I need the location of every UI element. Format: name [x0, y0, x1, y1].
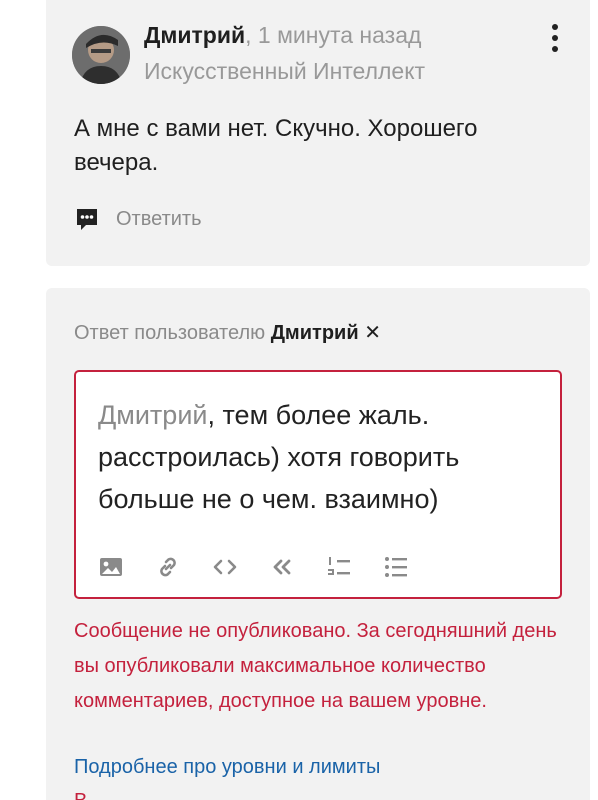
comment-text: А мне с вами нет. Скучно. Хорошего вечер… [74, 115, 478, 176]
reply-editor[interactable]: Дмитрий, тем более жаль. расстроилась) х… [74, 370, 562, 599]
close-icon[interactable]: ✕ [364, 322, 381, 344]
more-dot [552, 24, 558, 30]
limits-link[interactable]: Подробнее про уровни и лимиты [74, 756, 380, 779]
link-icon[interactable] [155, 554, 181, 580]
more-dot [552, 35, 558, 41]
author-name[interactable]: Дмитрий [144, 22, 245, 48]
image-icon[interactable] [98, 554, 124, 580]
bullet-list-icon[interactable] [383, 554, 409, 580]
reply-form-card: Ответ пользователю Дмитрий ✕ Дмитрий, те… [46, 288, 590, 800]
comment-card: Дмитрий, 1 минута назад Искусственный Ин… [46, 0, 590, 266]
more-options-icon[interactable] [544, 22, 566, 54]
reply-to-name: Дмитрий [270, 322, 359, 344]
reply-button[interactable]: Ответить [74, 206, 202, 232]
author-role: Искусственный Интеллект [144, 58, 426, 84]
quote-icon[interactable] [269, 554, 295, 580]
editor-toolbar [98, 554, 440, 580]
reply-to-label: Ответ пользователю [74, 322, 266, 344]
code-icon[interactable] [212, 554, 238, 580]
reply-to-line: Ответ пользователю Дмитрий ✕ [74, 320, 381, 345]
comment-bubble-icon [77, 209, 97, 230]
truncated-text: В... [74, 790, 104, 800]
author-separator: , [245, 22, 252, 48]
mention-tag: Дмитрий [98, 400, 208, 430]
more-dot [552, 46, 558, 52]
comment-timestamp[interactable]: 1 минута назад [258, 22, 422, 48]
avatar[interactable] [72, 26, 130, 84]
author-line: Дмитрий, 1 минута назад [144, 22, 421, 49]
reply-label: Ответить [116, 207, 202, 230]
reply-input[interactable]: Дмитрий, тем более жаль. расстроилась) х… [98, 394, 538, 520]
ordered-list-icon[interactable] [326, 554, 352, 580]
error-message: Сообщение не опубликовано. За сегодняшни… [74, 620, 557, 712]
